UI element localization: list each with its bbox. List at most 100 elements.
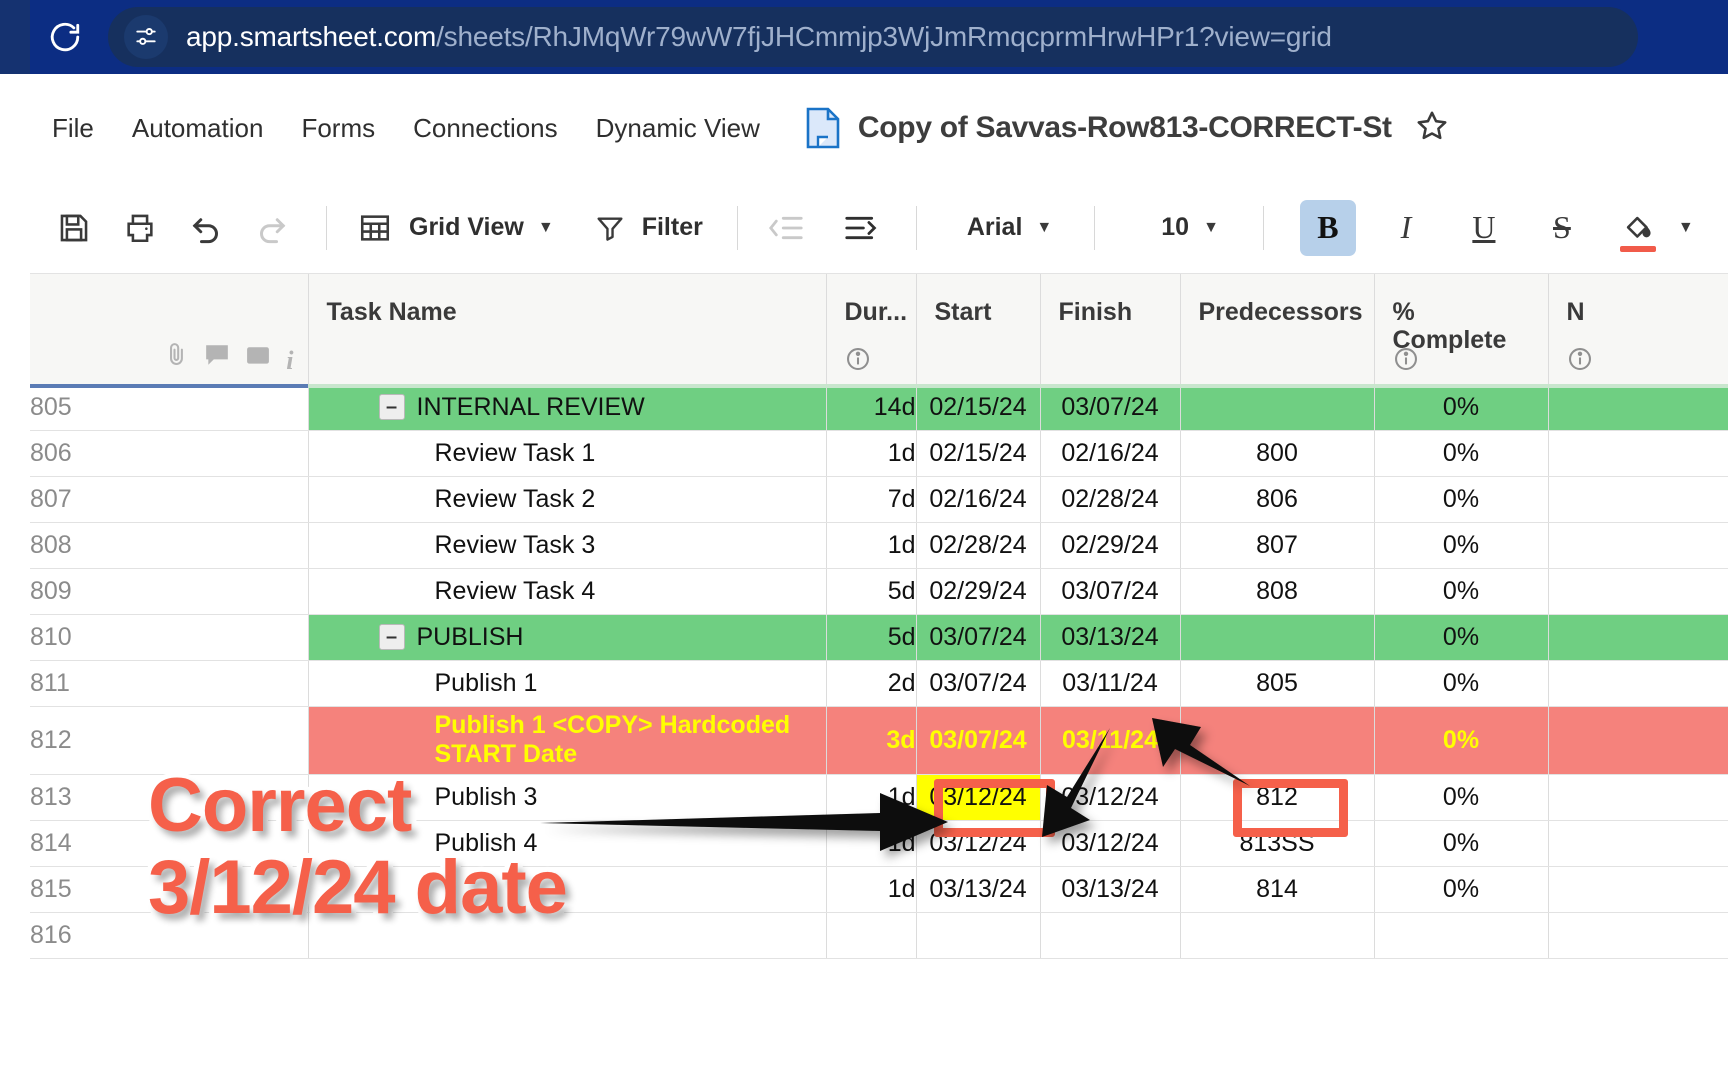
duration-cell[interactable]: 1d [826,522,917,569]
finish-date-cell[interactable] [1040,912,1181,959]
finish-date-cell[interactable]: 03/07/24 [1040,568,1181,615]
table-row[interactable]: 814 Publish 4 1d 03/12/24 03/12/24 813SS 0% [30,820,1728,867]
predecessors-cell[interactable]: 800 [1180,430,1375,477]
pct-complete-cell[interactable]: 0% [1374,820,1549,867]
pct-complete-cell[interactable] [1374,912,1549,959]
table-row[interactable]: 815 1d 03/13/24 03/13/24 814 0% [30,866,1728,913]
task-name-cell[interactable]: – INTERNAL REVIEW [308,384,827,431]
comment-icon[interactable] [204,343,230,374]
star-favorite-icon[interactable] [1414,108,1450,149]
duration-cell[interactable]: 14d [826,384,917,431]
duration-cell[interactable]: 1d [826,866,917,913]
next-cell[interactable] [1548,706,1728,775]
reload-icon[interactable] [42,14,88,60]
finish-date-cell[interactable]: 03/12/24 [1040,820,1181,867]
next-cell[interactable] [1548,522,1728,569]
proof-icon[interactable] [246,345,270,374]
task-name-cell[interactable]: – PUBLISH [308,614,827,661]
table-row[interactable]: 808 Review Task 3 1d 02/28/24 02/29/24 807 0% [30,522,1728,569]
task-name-cell[interactable]: Publish 3 [308,774,827,821]
start-date-cell[interactable]: 03/12/24 [916,820,1041,867]
font-family-label[interactable]: Arial [967,213,1023,242]
start-date-cell[interactable]: 03/07/24 [916,660,1041,707]
start-date-cell[interactable]: 02/28/24 [916,522,1041,569]
finish-date-cell[interactable]: 03/07/24 [1040,384,1181,431]
filter-label[interactable]: Filter [642,213,703,242]
undo-icon[interactable] [180,202,232,254]
duration-cell[interactable]: 3d [826,706,917,775]
next-info-icon[interactable] [1567,346,1593,372]
attachment-icon[interactable] [166,341,188,374]
task-name-cell[interactable] [308,866,827,913]
bold-button[interactable]: B [1299,199,1356,256]
filter-button[interactable]: Filter [584,202,703,254]
pct-complete-cell[interactable]: 0% [1374,568,1549,615]
task-name-cell[interactable]: Review Task 3 [308,522,827,569]
menu-item-connections[interactable]: Connections [413,113,558,144]
italic-button[interactable]: I [1378,200,1434,256]
row-number-cell[interactable]: 808 [30,522,309,569]
pct-complete-cell[interactable]: 0% [1374,660,1549,707]
predecessors-cell[interactable]: 812 [1180,774,1375,821]
duration-cell[interactable]: 1d [826,430,917,477]
duration-cell[interactable]: 5d [826,614,917,661]
column-header-predecessors[interactable]: Predecessors [1180,274,1375,385]
task-name-cell[interactable] [308,912,827,959]
predecessors-cell[interactable] [1180,706,1375,775]
start-date-cell[interactable]: 03/13/24 [916,866,1041,913]
column-header-rownum[interactable]: i [30,274,309,385]
column-header-start[interactable]: Start [916,274,1041,385]
start-date-cell[interactable] [916,912,1041,959]
start-date-cell[interactable]: 02/15/24 [916,384,1041,431]
predecessors-cell[interactable] [1180,614,1375,661]
table-row[interactable]: 813 Publish 3 1d 03/12/24 03/12/24 812 0% [30,774,1728,821]
duration-cell[interactable]: 1d [826,774,917,821]
font-size-label[interactable]: 10 [1161,213,1189,242]
table-row[interactable]: 816 [30,912,1728,959]
finish-date-cell[interactable]: 03/13/24 [1040,614,1181,661]
row-number-cell[interactable]: 806 [30,430,309,477]
column-header-next[interactable]: N [1548,274,1728,385]
info-italic-icon[interactable]: i [286,347,293,374]
row-number-cell[interactable]: 810 [30,614,309,661]
predecessors-cell[interactable]: 813SS [1180,820,1375,867]
finish-date-cell[interactable]: 03/11/24 [1040,660,1181,707]
pct-complete-cell[interactable]: 0% [1374,430,1549,477]
font-family-chevron-icon[interactable]: ▼ [1036,219,1052,237]
site-settings-icon[interactable] [124,15,168,59]
pct-complete-cell[interactable]: 0% [1374,476,1549,523]
start-date-cell-highlighted[interactable]: 03/12/24 [916,774,1041,821]
duration-cell[interactable]: 1d [826,820,917,867]
table-row[interactable]: 806 Review Task 1 1d 02/15/24 02/16/24 800 0% [30,430,1728,477]
pct-complete-cell[interactable]: 0% [1374,866,1549,913]
row-number-cell[interactable]: 816 [30,912,309,959]
table-row[interactable]: 805– INTERNAL REVIEW 14d 02/15/24 03/07/24 0% [30,384,1728,431]
next-cell[interactable] [1548,476,1728,523]
finish-date-cell[interactable]: 03/11/24 [1040,706,1181,775]
next-cell[interactable] [1548,614,1728,661]
start-date-cell[interactable]: 02/15/24 [916,430,1041,477]
column-header-duration[interactable]: Dur... [826,274,917,385]
next-cell[interactable] [1548,430,1728,477]
row-number-cell[interactable]: 809 [30,568,309,615]
predecessors-cell[interactable]: 808 [1180,568,1375,615]
menu-item-forms[interactable]: Forms [301,113,375,144]
predecessors-cell[interactable]: 805 [1180,660,1375,707]
task-name-cell[interactable]: Publish 1 [308,660,827,707]
finish-date-cell[interactable]: 02/16/24 [1040,430,1181,477]
task-name-cell[interactable]: Publish 1 <COPY> Hardcoded START Date [308,706,827,775]
finish-date-cell[interactable]: 02/28/24 [1040,476,1181,523]
table-row[interactable]: 811 Publish 1 2d 03/07/24 03/11/24 805 0% [30,660,1728,707]
table-row[interactable]: 807 Review Task 2 7d 02/16/24 02/28/24 806 0% [30,476,1728,523]
next-cell[interactable] [1548,774,1728,821]
task-name-cell[interactable]: Review Task 2 [308,476,827,523]
finish-date-cell[interactable]: 03/12/24 [1040,774,1181,821]
fill-color-chevron-icon[interactable]: ▼ [1678,219,1694,237]
duration-info-icon[interactable] [845,346,871,372]
row-number-cell[interactable]: 815 [30,866,309,913]
task-name-cell[interactable]: Review Task 4 [308,568,827,615]
collapse-toggle-icon[interactable]: – [378,394,405,421]
next-cell[interactable] [1548,384,1728,431]
menu-item-dynamic-view[interactable]: Dynamic View [596,113,760,144]
next-cell[interactable] [1548,912,1728,959]
